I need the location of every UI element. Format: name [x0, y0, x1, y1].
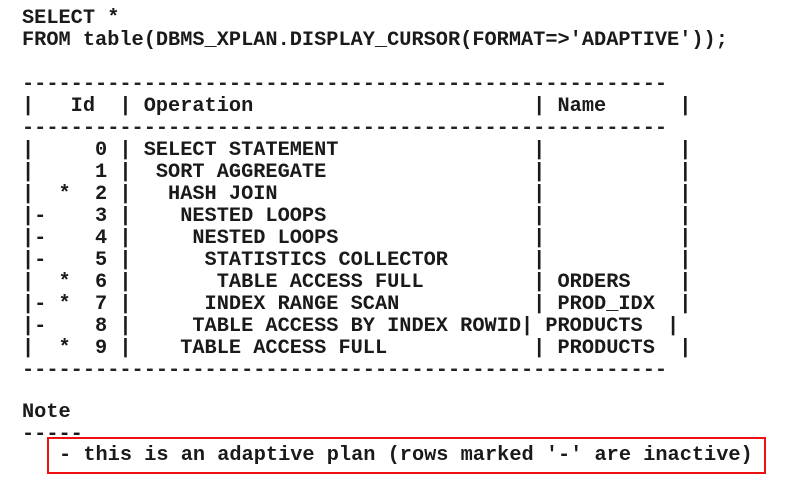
table-row: | 0 | SELECT STATEMENT | |	[22, 139, 692, 162]
table-row: |- * 7 | INDEX RANGE SCAN | PROD_IDX |	[22, 293, 692, 316]
table-separator-bottom: ----------------------------------------…	[22, 359, 668, 382]
table-row: | 1 | SORT AGGREGATE | |	[22, 161, 692, 184]
table-row: |- 8 | TABLE ACCESS BY INDEX ROWID| PROD…	[22, 315, 680, 338]
table-row: |- 4 | NESTED LOOPS | |	[22, 227, 692, 250]
table-row: | * 9 | TABLE ACCESS FULL | PRODUCTS |	[22, 337, 692, 360]
note-title: Note	[22, 401, 71, 424]
table-separator-header: ----------------------------------------…	[22, 117, 668, 140]
table-row: |- 3 | NESTED LOOPS | |	[22, 205, 692, 228]
table-row: | * 6 | TABLE ACCESS FULL | ORDERS |	[22, 271, 692, 294]
table-separator-top: ----------------------------------------…	[22, 73, 668, 96]
table-header: | Id | Operation | Name |	[22, 95, 692, 118]
table-row: |- 5 | STATISTICS COLLECTOR | |	[22, 249, 692, 272]
table-row: | * 2 | HASH JOIN | |	[22, 183, 692, 206]
query-line-select: SELECT *	[22, 7, 120, 30]
note-text: - this is an adaptive plan (rows marked …	[59, 444, 753, 467]
query-line-from: FROM table(DBMS_XPLAN.DISPLAY_CURSOR(FOR…	[22, 29, 728, 52]
